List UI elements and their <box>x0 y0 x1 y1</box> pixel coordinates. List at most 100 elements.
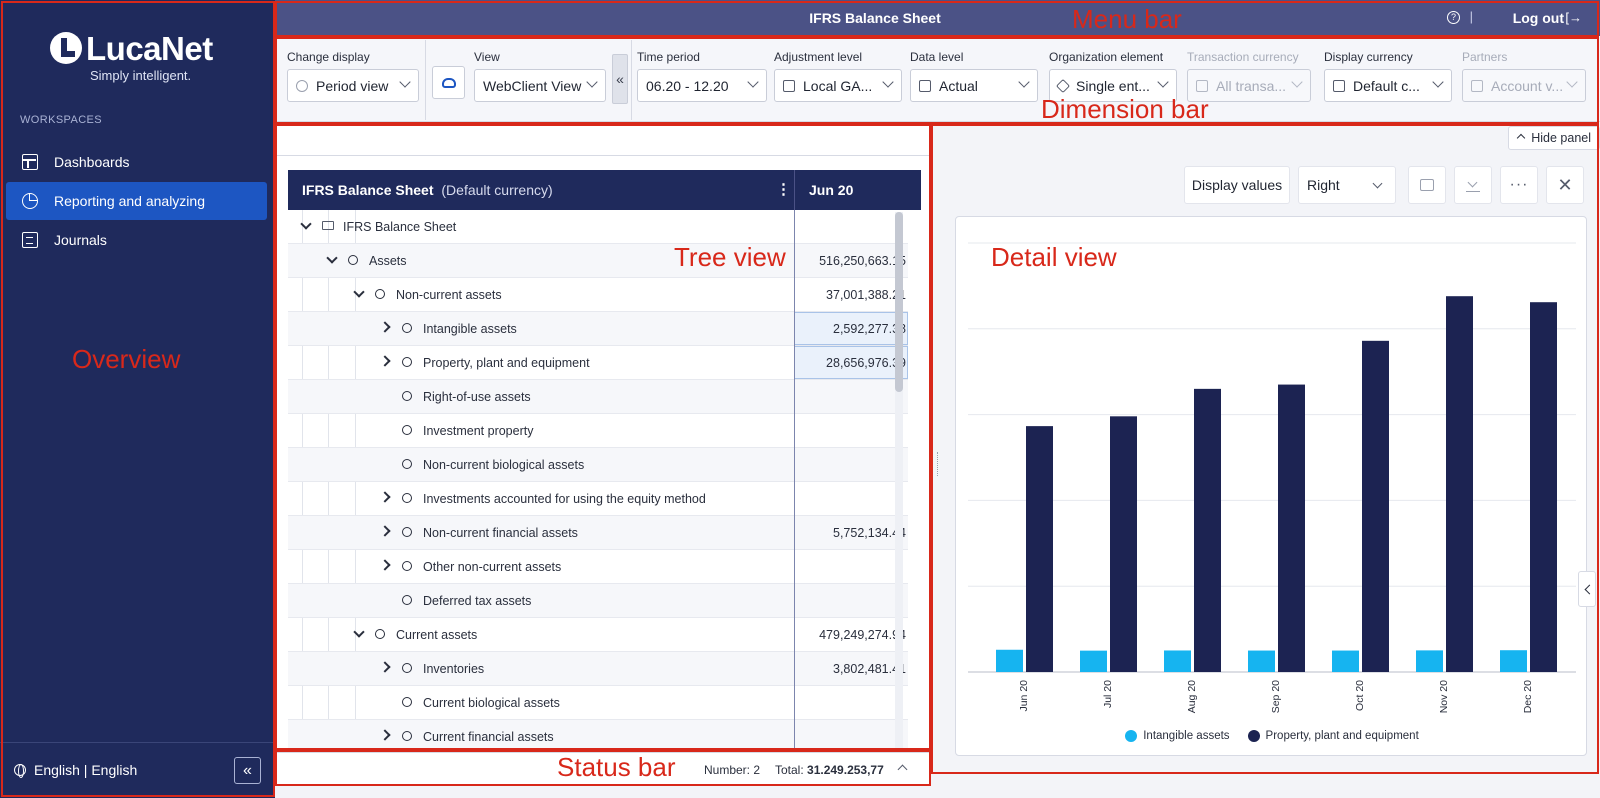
chevron-right-icon[interactable] <box>380 491 392 503</box>
dim-label: View <box>474 50 500 64</box>
legend-item[interactable]: Property, plant and equipment <box>1247 730 1419 742</box>
adjustment-level-select[interactable]: Local GA... <box>774 69 902 102</box>
chevron-down-icon[interactable] <box>353 287 365 299</box>
chevron-right-icon[interactable] <box>380 661 392 673</box>
chevron-down-icon <box>1566 76 1578 88</box>
tree-row-value[interactable]: 28,656,976.39 <box>794 356 906 370</box>
data-level-select[interactable]: Actual <box>910 69 1038 102</box>
logo-tagline: Simply intelligent. <box>90 68 192 83</box>
node-circle-icon <box>402 493 412 503</box>
tree-row[interactable]: Current financial assets <box>288 720 908 752</box>
tree-row-value[interactable]: 5,752,134.44 <box>794 526 906 540</box>
resize-handle[interactable] <box>932 452 938 476</box>
display-values-button[interactable]: Display values <box>1184 166 1290 204</box>
bar-intangible-assets[interactable] <box>1248 650 1275 672</box>
hide-panel-button[interactable]: Hide panel <box>1508 126 1600 150</box>
download-icon <box>1466 178 1480 192</box>
node-circle-icon <box>375 289 385 299</box>
change-display-select[interactable]: Period view <box>287 69 419 102</box>
language-selector[interactable]: English | English <box>14 762 137 778</box>
tree-row[interactable]: IFRS Balance Sheet <box>288 210 908 244</box>
node-circle-icon <box>402 561 412 571</box>
chevron-down-icon[interactable] <box>300 219 312 231</box>
tree-row-value[interactable]: 37,001,388.21 <box>794 288 906 302</box>
tree-row-label: Investments accounted for using the equi… <box>423 492 706 506</box>
sidebar-item-journals[interactable]: Journals <box>6 221 267 259</box>
logout-button[interactable]: Log out <box>1513 10 1564 26</box>
time-period-select[interactable]: 06.20 - 12.20 <box>637 69 767 102</box>
tree-row-label: Current biological assets <box>423 696 560 710</box>
tree-row[interactable]: Investments accounted for using the equi… <box>288 482 908 516</box>
chevron-up-icon[interactable] <box>897 764 908 775</box>
bar-property-plant-equipment[interactable] <box>1530 302 1557 672</box>
chevron-right-icon[interactable] <box>380 321 392 333</box>
bar-property-plant-equipment[interactable] <box>1446 296 1473 672</box>
tree-row[interactable]: Non-current biological assets <box>288 448 908 482</box>
tree-row[interactable]: Other non-current assets <box>288 550 908 584</box>
sidebar-item-dashboards[interactable]: Dashboards <box>6 143 267 181</box>
tree-row-value[interactable]: 2,592,277.38 <box>794 322 906 336</box>
tree-row[interactable]: Non-current financial assets 5,752,134.44 <box>288 516 908 550</box>
node-circle-icon <box>402 697 412 707</box>
bar-property-plant-equipment[interactable] <box>1026 426 1053 672</box>
logout-icon[interactable]: [→ <box>1565 10 1582 25</box>
display-currency-select[interactable]: Default c... <box>1324 69 1452 102</box>
tree-row[interactable]: Investment property <box>288 414 908 448</box>
chevron-right-icon[interactable] <box>380 525 392 537</box>
bar-intangible-assets[interactable] <box>1080 650 1107 672</box>
tree-row[interactable]: Current assets 479,249,274.94 <box>288 618 908 652</box>
column-header-jun20[interactable]: Jun 20 <box>809 182 853 198</box>
view-select[interactable]: WebClient View <box>474 69 606 102</box>
tree-row[interactable]: Assets 516,250,663.15 <box>288 244 908 278</box>
tree-row[interactable]: Inventories 3,802,481.41 <box>288 652 908 686</box>
expand-side-panel-button[interactable] <box>1578 571 1596 607</box>
tree-row-label: Non-current financial assets <box>423 526 578 540</box>
view-binoculars-button[interactable] <box>432 66 465 99</box>
tree-row-value[interactable]: 479,249,274.94 <box>794 628 906 642</box>
legend-item[interactable]: Intangible assets <box>1125 730 1230 742</box>
dim-partners: Partners Account v... <box>1462 50 1586 102</box>
chevron-right-icon[interactable] <box>380 729 392 741</box>
chevron-right-icon[interactable] <box>380 355 392 367</box>
bar-property-plant-equipment[interactable] <box>1362 340 1389 672</box>
x-tick-label: Jun 20 <box>1018 680 1030 712</box>
bar-property-plant-equipment[interactable] <box>1110 416 1137 672</box>
tree-scrollbar[interactable] <box>895 212 903 752</box>
tree-row-label: Assets <box>369 254 407 268</box>
tree-row[interactable]: Property, plant and equipment 28,656,976.… <box>288 346 908 380</box>
partners-select[interactable]: Account v... <box>1462 69 1586 102</box>
bar-intangible-assets[interactable] <box>996 649 1023 672</box>
sidebar-item-reporting[interactable]: Reporting and analyzing <box>6 182 267 220</box>
tree-row[interactable]: Non-current assets 37,001,388.21 <box>288 278 908 312</box>
tree-row-value[interactable]: 516,250,663.15 <box>794 254 906 268</box>
bar-intangible-assets[interactable] <box>1164 650 1191 672</box>
bar-property-plant-equipment[interactable] <box>1278 384 1305 672</box>
bar-property-plant-equipment[interactable] <box>1194 388 1221 672</box>
sidebar-footer: English | English « <box>0 742 275 798</box>
dim-change-display: Change display Period view <box>287 50 419 102</box>
print-button[interactable] <box>1408 166 1446 204</box>
more-options-button[interactable]: ··· <box>1500 166 1538 204</box>
position-select[interactable]: Right <box>1298 166 1396 204</box>
tree-row[interactable]: Current biological assets <box>288 686 908 720</box>
bar-intangible-assets[interactable] <box>1500 650 1527 672</box>
tree-row[interactable]: Deferred tax assets <box>288 584 908 618</box>
select-value: Account v... <box>1491 77 1564 94</box>
kebab-menu-icon[interactable]: ⋮ <box>776 180 791 198</box>
chevron-down-icon[interactable] <box>353 627 365 639</box>
tree-row-label: Property, plant and equipment <box>423 356 590 370</box>
bar-intangible-assets[interactable] <box>1332 650 1359 672</box>
download-button[interactable] <box>1454 166 1492 204</box>
collapse-sidebar-button[interactable]: « <box>234 757 261 784</box>
chevron-right-icon[interactable] <box>380 559 392 571</box>
select-value: Right <box>1307 177 1340 193</box>
bar-intangible-assets[interactable] <box>1416 650 1443 672</box>
close-detail-button[interactable]: ✕ <box>1546 166 1584 204</box>
tree-row[interactable]: Right-of-use assets <box>288 380 908 414</box>
scrollbar-thumb[interactable] <box>895 212 903 392</box>
tree-row-value[interactable]: 3,802,481.41 <box>794 662 906 676</box>
dimension-collapse-button[interactable]: « <box>612 54 628 104</box>
chevron-down-icon[interactable] <box>326 253 338 265</box>
tree-row[interactable]: Intangible assets 2,592,277.38 <box>288 312 908 346</box>
help-icon[interactable]: ? <box>1447 11 1460 24</box>
